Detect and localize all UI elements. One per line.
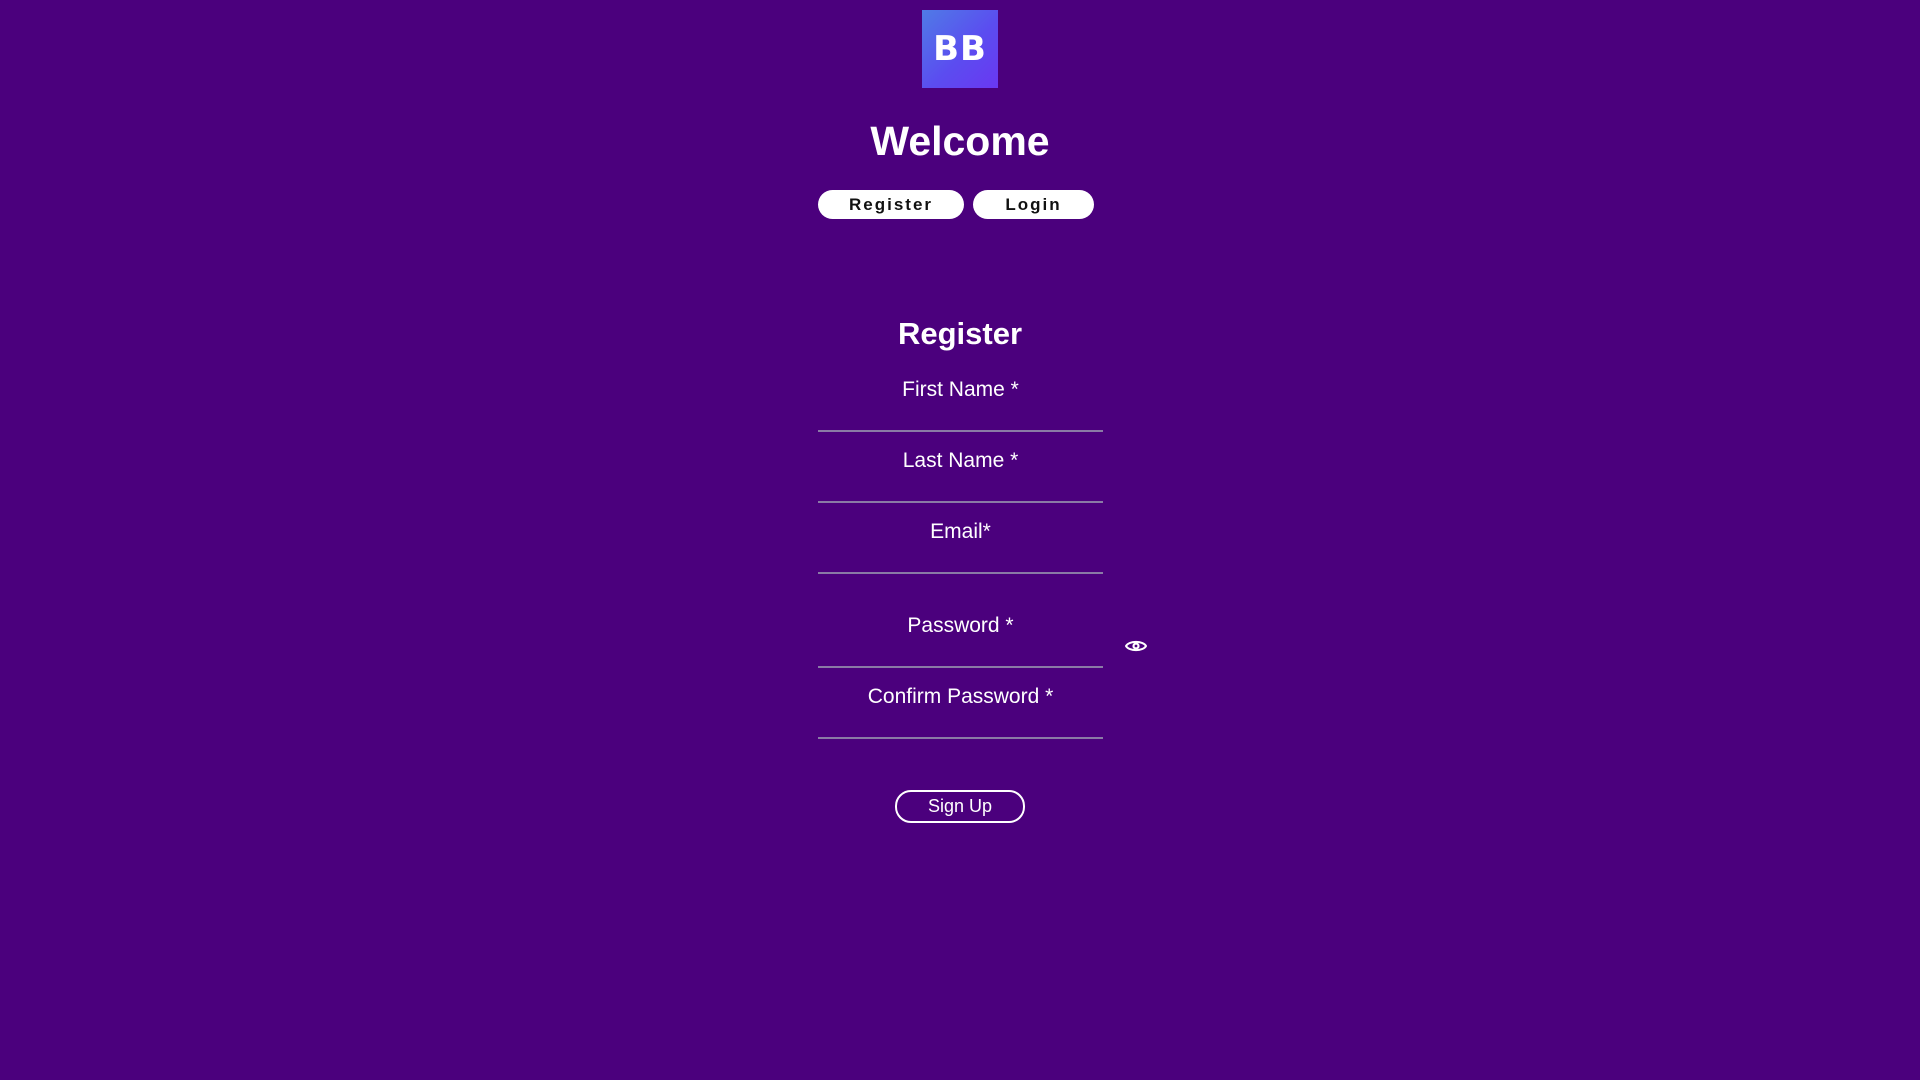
email-input[interactable] (818, 548, 1103, 572)
form-title: Register (897, 316, 1023, 351)
last-name-input[interactable] (818, 477, 1103, 501)
first-name-input[interactable] (818, 406, 1103, 430)
email-label: Email* (930, 520, 991, 543)
register-page: BB Welcome Register Login Register First… (0, 0, 1920, 1080)
last-name-label: Last Name * (902, 449, 1019, 472)
brand-logo: BB (922, 10, 998, 88)
eye-icon[interactable] (1125, 638, 1147, 654)
last-name-field: Last Name * (818, 447, 1103, 503)
welcome-title: Welcome (870, 118, 1050, 164)
brand-logo-text: BB (933, 29, 987, 69)
sign-up-button[interactable]: Sign Up (895, 790, 1025, 823)
confirm-password-field: Confirm Password * (818, 683, 1103, 739)
tab-login[interactable]: Login (973, 190, 1094, 219)
password-input[interactable] (818, 642, 1103, 666)
password-field: Password * (818, 612, 1103, 668)
confirm-password-label: Confirm Password * (867, 685, 1054, 708)
email-field: Email* (818, 518, 1103, 574)
first-name-field: First Name * (818, 376, 1103, 432)
password-label: Password * (907, 614, 1014, 637)
tab-register[interactable]: Register (818, 190, 964, 219)
first-name-label: First Name * (902, 378, 1019, 401)
auth-tabs: Register Login (0, 190, 1920, 219)
confirm-password-input[interactable] (818, 713, 1103, 737)
